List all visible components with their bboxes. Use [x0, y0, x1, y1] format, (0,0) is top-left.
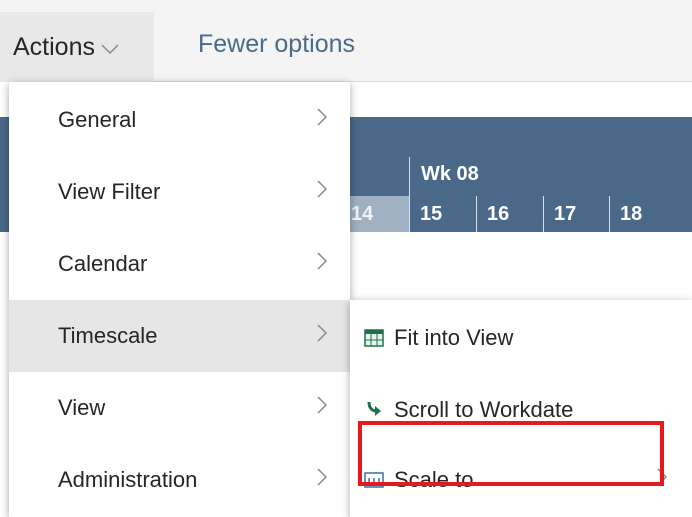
day-cell-today: 14 [345, 196, 410, 232]
timescale-submenu: Fit into View Scroll to Workdate Scale t… [350, 300, 692, 517]
menu-item-general[interactable]: General [9, 84, 350, 156]
day-cell: 16 [476, 196, 543, 232]
actions-label: Actions [13, 32, 95, 61]
chevron-right-icon [316, 323, 328, 349]
menu-item-view-filter[interactable]: View Filter [9, 156, 350, 228]
chevron-right-icon [316, 179, 328, 205]
chevron-right-icon [316, 467, 328, 493]
week-label: Wk 08 [421, 163, 479, 185]
menu-item-label: Administration [58, 467, 198, 492]
scroll-to-workdate-icon [363, 399, 385, 421]
day-cell: 15 [409, 196, 476, 232]
menu-item-timescale[interactable]: Timescale [9, 300, 350, 372]
day-cell: 17 [543, 196, 609, 232]
menu-item-label: Timescale [58, 323, 158, 348]
chevron-right-icon [656, 467, 668, 490]
menu-item-label: View Filter [58, 179, 161, 204]
scale-to-icon [363, 469, 385, 490]
fewer-options-button[interactable]: Fewer options [198, 30, 355, 59]
submenu-item-label: Scale to [394, 467, 474, 490]
chevron-right-icon [316, 251, 328, 277]
chevron-right-icon [316, 395, 328, 421]
actions-dropdown-menu: General View Filter Calendar Timescale V… [9, 82, 350, 517]
chevron-down-icon [101, 33, 119, 62]
submenu-item-fit-into-view[interactable]: Fit into View [350, 302, 692, 374]
menu-item-label: General [58, 107, 137, 132]
menu-item-view[interactable]: View [9, 372, 350, 444]
day-cell: 18 [609, 196, 692, 232]
menu-item-label: Calendar [58, 251, 148, 276]
actions-menu-button[interactable]: Actions [0, 12, 154, 82]
submenu-item-scale-to[interactable]: Scale to [350, 444, 692, 490]
menu-item-label: View [58, 395, 106, 420]
submenu-item-label: Scroll to Workdate [394, 397, 574, 422]
menu-item-calendar[interactable]: Calendar [9, 228, 350, 300]
action-bar: Actions Fewer options [0, 0, 692, 82]
chevron-right-icon [316, 107, 328, 133]
submenu-item-label: Fit into View [394, 325, 514, 350]
submenu-item-scroll-to-workdate[interactable]: Scroll to Workdate [350, 374, 692, 446]
week-divider [409, 157, 410, 196]
menu-item-administration[interactable]: Administration [9, 444, 350, 516]
fit-into-view-icon [363, 327, 385, 349]
